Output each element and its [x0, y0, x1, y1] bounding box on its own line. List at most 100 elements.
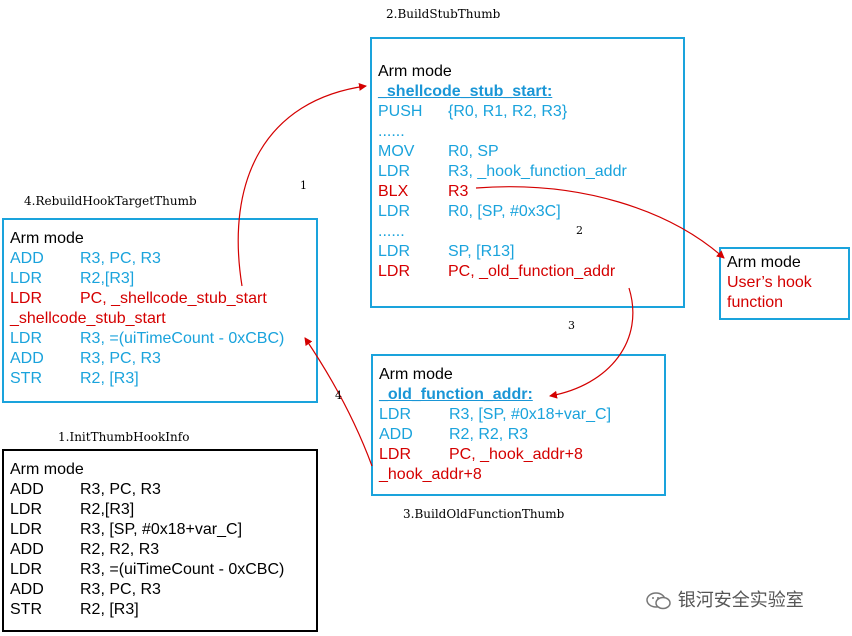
code-line: ADD R3, PC, R3 [10, 349, 310, 369]
code-op: MOV [378, 143, 415, 160]
caption-init-hook: 1.InitThumbHookInfo [58, 430, 190, 444]
code-op: PUSH [378, 103, 423, 120]
code-line: LDR R3, _hook_function_addr [378, 162, 677, 182]
code-line: ...... [378, 122, 677, 142]
code-arg: R2, [R3] [80, 370, 139, 387]
watermark: 银河安全实验室 [646, 586, 804, 612]
old-function-box: Arm mode _old_function_addr: LDR R3, [SP,… [371, 354, 666, 496]
hook-function-box: Arm mode User’s hook function [719, 247, 850, 320]
init-box: Arm mode ADD R3, PC, R3 LDR R2,[R3] LDR R3, [… [2, 449, 318, 632]
arrow-label-4: 4 [335, 389, 342, 402]
code-line: LDR SP, [R13] [378, 242, 677, 262]
code-line: ADD R2, R2, R3 [379, 425, 658, 445]
stub-box: Arm mode _shellcode_stub_start: PUSH {R0,… [370, 37, 685, 308]
code-line: ADD R3, PC, R3 [10, 249, 310, 269]
code-line: BLX R3 [378, 182, 677, 202]
code-arg: R3, PC, R3 [80, 350, 161, 367]
code-line: STR R2, [R3] [10, 369, 310, 389]
code-arg: PC, _old_function_addr [448, 263, 616, 280]
code-op: LDR [10, 521, 43, 538]
code-line: STR R2, [R3] [10, 600, 310, 620]
code-op: ADD [10, 250, 44, 267]
code-line: LDR R3, [SP, #0x18+var_C] [379, 405, 658, 425]
code-arg: R2,[R3] [80, 270, 135, 287]
code-line: LDR PC, _shellcode_stub_start [10, 289, 310, 309]
code-line: LDR R3, =(uiTimeCount - 0xCBC) [10, 560, 310, 580]
code-arg: R3, [SP, #0x18+var_C] [449, 406, 612, 423]
caption-build-stub: 2.BuildStubThumb [386, 7, 501, 21]
stub-mode: Arm mode [378, 63, 452, 80]
code-arg: PC, _shellcode_stub_start [80, 290, 267, 307]
code-op: BLX [378, 183, 409, 200]
code-line: LDR R2,[R3] [10, 500, 310, 520]
caption-rebuild-hook: 4.RebuildHookTargetThumb [24, 194, 197, 208]
code-line: PUSH {R0, R1, R2, R3} [378, 102, 677, 122]
code-arg: R3, =(uiTimeCount - 0xCBC) [80, 330, 285, 347]
code-arg: R3, PC, R3 [80, 581, 161, 598]
code-op: LDR [10, 330, 43, 347]
code-op: LDR [378, 243, 411, 260]
hook-line-1: User’s hook [727, 274, 812, 291]
code-line: ADD R2, R2, R3 [10, 540, 310, 560]
code-op: ...... [378, 223, 405, 240]
code-op: LDR [10, 501, 43, 518]
code-arg: R2, [R3] [80, 601, 139, 618]
code-arg: R2, R2, R3 [80, 541, 160, 558]
code-arg: R3, _hook_function_addr [448, 163, 627, 180]
hook-mode: Arm mode [727, 254, 801, 271]
wechat-icon [646, 592, 671, 610]
watermark-text: 银河安全实验室 [677, 590, 804, 611]
code-arg: R3, PC, R3 [80, 250, 161, 267]
arrow-label-2: 2 [576, 224, 583, 237]
arrow-label-1: 1 [300, 179, 307, 192]
code-arg: SP, [R13] [448, 243, 515, 260]
init-code: ADD R3, PC, R3 LDR R2,[R3] LDR R3, [SP, #0x18… [10, 480, 310, 620]
code-op: ADD [10, 581, 44, 598]
rebuild-mode: Arm mode [10, 230, 84, 247]
code-line: LDR R2,[R3] [10, 269, 310, 289]
code-op: STR [10, 370, 42, 387]
code-op: LDR [10, 561, 43, 578]
code-arg: {R0, R1, R2, R3} [448, 103, 568, 120]
old-code: LDR R3, [SP, #0x18+var_C] ADD R2, R2, R3 LDR… [379, 405, 658, 485]
code-op: ADD [10, 481, 44, 498]
rebuild-box: Arm mode ADD R3, PC, R3 LDR R2,[R3] LDR PC, _… [2, 218, 318, 403]
old-label: _old_function_addr: [379, 386, 533, 403]
code-line: ADD R3, PC, R3 [10, 580, 310, 600]
code-op: LDR [10, 270, 43, 287]
code-line: _hook_addr+8 [379, 465, 658, 485]
code-arg: R3, =(uiTimeCount - 0xCBC) [80, 561, 285, 578]
code-line: LDR PC, _old_function_addr [378, 262, 677, 282]
code-line: LDR R3, =(uiTimeCount - 0xCBC) [10, 329, 310, 349]
code-op: _shellcode_stub_start [10, 310, 166, 327]
code-op: ADD [10, 541, 44, 558]
code-line: _shellcode_stub_start [10, 309, 310, 329]
arrow-label-3: 3 [568, 319, 575, 332]
stub-code: PUSH {R0, R1, R2, R3}...... MOV R0, SP LDR R3… [378, 102, 677, 282]
code-op: LDR [378, 163, 411, 180]
code-arg: R0, [SP, #0x3C] [448, 203, 561, 220]
code-op: LDR [379, 406, 412, 423]
code-op: LDR [378, 203, 411, 220]
init-mode: Arm mode [10, 461, 84, 478]
code-op: ADD [10, 350, 44, 367]
code-op: _hook_addr+8 [379, 466, 482, 483]
stub-label: _shellcode_stub_start: [378, 83, 553, 100]
code-op: LDR [378, 263, 411, 280]
code-op: LDR [10, 290, 43, 307]
code-op: LDR [379, 446, 412, 463]
old-mode: Arm mode [379, 366, 453, 383]
code-line: LDR R3, [SP, #0x18+var_C] [10, 520, 310, 540]
code-arg: R3 [448, 183, 469, 200]
code-arg: R0, SP [448, 143, 499, 160]
code-line: ADD R3, PC, R3 [10, 480, 310, 500]
code-arg: R3, [SP, #0x18+var_C] [80, 521, 243, 538]
code-arg: R2, R2, R3 [449, 426, 529, 443]
caption-build-old: 3.BuildOldFunctionThumb [403, 507, 565, 521]
code-arg: R3, PC, R3 [80, 481, 161, 498]
code-line: ...... [378, 222, 677, 242]
rebuild-code: ADD R3, PC, R3 LDR R2,[R3] LDR PC, _shellcode… [10, 249, 310, 389]
code-line: MOV R0, SP [378, 142, 677, 162]
code-op: STR [10, 601, 42, 618]
code-arg: PC, _hook_addr+8 [449, 446, 583, 463]
